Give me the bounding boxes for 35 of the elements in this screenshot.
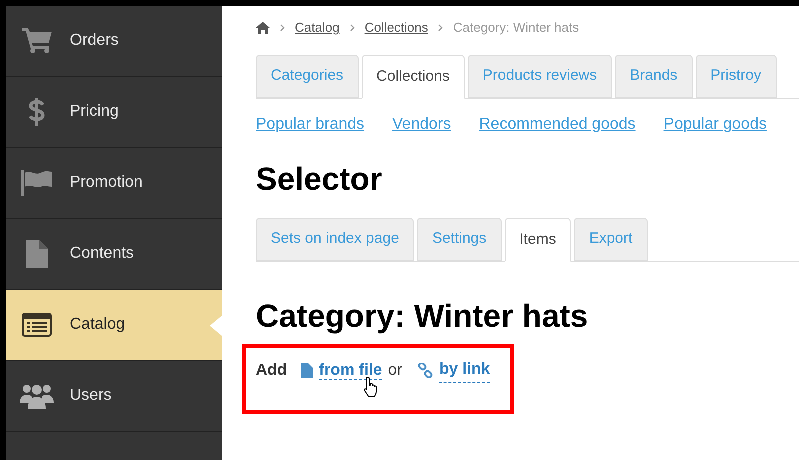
- add-label: Add: [256, 360, 288, 380]
- sidebar-item[interactable]: Catalog: [6, 290, 222, 361]
- file-icon: [301, 363, 314, 378]
- users-icon: [20, 383, 54, 409]
- sub-link[interactable]: Popular brands: [256, 113, 365, 137]
- tab[interactable]: Items: [504, 218, 572, 262]
- hand-cursor-icon: [363, 376, 380, 398]
- tab[interactable]: Products reviews: [468, 55, 612, 98]
- tab[interactable]: Collections: [362, 55, 465, 99]
- tab[interactable]: Categories: [256, 55, 359, 98]
- breadcrumb-link[interactable]: Collections: [364, 18, 428, 38]
- chevron-icon: [438, 24, 444, 32]
- section-heading: Category: Winter hats: [256, 298, 590, 334]
- tab[interactable]: Sets on index page: [256, 218, 414, 261]
- chevron-icon: [350, 24, 355, 32]
- tab[interactable]: Export: [574, 218, 648, 261]
- page-title: Selector: [256, 161, 384, 197]
- dollar-icon: [28, 97, 46, 127]
- sub-link[interactable]: Popular goods: [664, 113, 767, 137]
- flag-icon: [21, 170, 53, 196]
- tab[interactable]: Brands: [615, 55, 693, 98]
- tab[interactable]: Settings: [417, 218, 502, 261]
- sub-link[interactable]: Recommended goods: [479, 113, 636, 137]
- document-icon: [26, 240, 48, 268]
- tab[interactable]: Pristroy: [696, 55, 777, 98]
- cart-icon: [22, 28, 52, 54]
- or-text: or: [388, 360, 402, 380]
- list-icon: [22, 313, 52, 337]
- by-link-link[interactable]: by link: [439, 358, 490, 383]
- chevron-icon: [280, 24, 285, 32]
- sub-link[interactable]: Vendors: [392, 113, 452, 137]
- chain-link-icon: [418, 363, 434, 378]
- home-icon[interactable]: [256, 22, 270, 34]
- breadcrumb-link[interactable]: Catalog: [295, 18, 340, 38]
- breadcrumb-current: Category: Winter hats: [453, 19, 580, 38]
